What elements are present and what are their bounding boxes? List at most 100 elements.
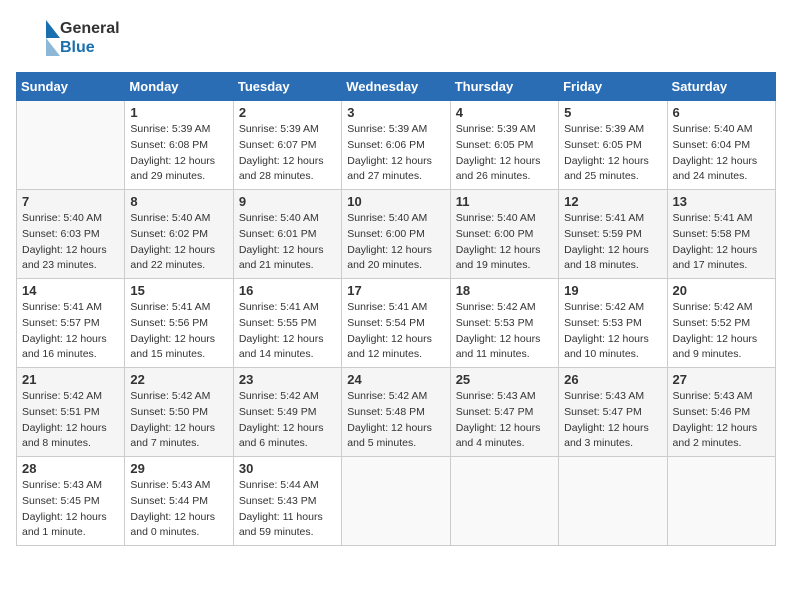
- logo-general: General: [60, 19, 120, 38]
- day-info: Sunrise: 5:41 AM Sunset: 5:57 PM Dayligh…: [22, 300, 119, 363]
- day-cell: 8 Sunrise: 5:40 AM Sunset: 6:02 PM Daylig…: [125, 190, 233, 279]
- day-cell: 12 Sunrise: 5:41 AM Sunset: 5:59 PM Dayli…: [559, 190, 667, 279]
- day-number: 30: [239, 461, 336, 476]
- day-cell: 5Sunrise: 5:39 AM Sunset: 6:05 PM Daylig…: [559, 101, 667, 190]
- day-info: Sunrise: 5:40 AM Sunset: 6:03 PM Dayligh…: [22, 211, 119, 274]
- column-header-sunday: Sunday: [17, 73, 125, 101]
- day-cell: 15 Sunrise: 5:41 AM Sunset: 5:56 PM Dayli…: [125, 279, 233, 368]
- day-info: Sunrise: 5:39 AM Sunset: 6:06 PM Dayligh…: [347, 122, 444, 185]
- day-info: Sunrise: 5:41 AM Sunset: 5:56 PM Dayligh…: [130, 300, 227, 363]
- column-header-friday: Friday: [559, 73, 667, 101]
- day-info: Sunrise: 5:40 AM Sunset: 6:02 PM Dayligh…: [130, 211, 227, 274]
- day-info: Sunrise: 5:39 AM Sunset: 6:07 PM Dayligh…: [239, 122, 336, 185]
- day-number: 4: [456, 105, 553, 120]
- day-info: Sunrise: 5:40 AM Sunset: 6:01 PM Dayligh…: [239, 211, 336, 274]
- day-number: 23: [239, 372, 336, 387]
- day-info: Sunrise: 5:39 AM Sunset: 6:05 PM Dayligh…: [456, 122, 553, 185]
- week-row-2: 7 Sunrise: 5:40 AM Sunset: 6:03 PM Daylig…: [17, 190, 776, 279]
- day-info: Sunrise: 5:43 AM Sunset: 5:44 PM Dayligh…: [130, 478, 227, 541]
- day-cell: 16 Sunrise: 5:41 AM Sunset: 5:55 PM Dayli…: [233, 279, 341, 368]
- day-number: 24: [347, 372, 444, 387]
- day-cell: 27Sunrise: 5:43 AM Sunset: 5:46 PM Dayli…: [667, 368, 775, 457]
- day-number: 21: [22, 372, 119, 387]
- column-header-saturday: Saturday: [667, 73, 775, 101]
- day-cell: [450, 457, 558, 546]
- day-info: Sunrise: 5:43 AM Sunset: 5:47 PM Dayligh…: [456, 389, 553, 452]
- week-row-1: 1 Sunrise: 5:39 AM Sunset: 6:08 PM Daylig…: [17, 101, 776, 190]
- week-row-4: 21 Sunrise: 5:42 AM Sunset: 5:51 PM Dayli…: [17, 368, 776, 457]
- day-cell: 17 Sunrise: 5:41 AM Sunset: 5:54 PM Dayli…: [342, 279, 450, 368]
- day-number: 1: [130, 105, 227, 120]
- day-cell: [559, 457, 667, 546]
- day-cell: 11Sunrise: 5:40 AM Sunset: 6:00 PM Dayli…: [450, 190, 558, 279]
- day-info: Sunrise: 5:42 AM Sunset: 5:52 PM Dayligh…: [673, 300, 770, 363]
- day-info: Sunrise: 5:40 AM Sunset: 6:04 PM Dayligh…: [673, 122, 770, 185]
- day-number: 15: [130, 283, 227, 298]
- day-info: Sunrise: 5:42 AM Sunset: 5:53 PM Dayligh…: [456, 300, 553, 363]
- day-number: 25: [456, 372, 553, 387]
- calendar-table: SundayMondayTuesdayWednesdayThursdayFrid…: [16, 72, 776, 546]
- day-number: 10: [347, 194, 444, 209]
- day-number: 17: [347, 283, 444, 298]
- day-cell: 7 Sunrise: 5:40 AM Sunset: 6:03 PM Daylig…: [17, 190, 125, 279]
- day-number: 8: [130, 194, 227, 209]
- week-row-3: 14 Sunrise: 5:41 AM Sunset: 5:57 PM Dayli…: [17, 279, 776, 368]
- day-number: 3: [347, 105, 444, 120]
- day-cell: 30 Sunrise: 5:44 AM Sunset: 5:43 PM Dayli…: [233, 457, 341, 546]
- page-header: General Blue: [16, 16, 776, 60]
- day-cell: 10 Sunrise: 5:40 AM Sunset: 6:00 PM Dayli…: [342, 190, 450, 279]
- day-info: Sunrise: 5:42 AM Sunset: 5:48 PM Dayligh…: [347, 389, 444, 452]
- day-number: 9: [239, 194, 336, 209]
- day-info: Sunrise: 5:42 AM Sunset: 5:50 PM Dayligh…: [130, 389, 227, 452]
- day-number: 18: [456, 283, 553, 298]
- day-cell: 20 Sunrise: 5:42 AM Sunset: 5:52 PM Dayli…: [667, 279, 775, 368]
- day-cell: 28 Sunrise: 5:43 AM Sunset: 5:45 PM Dayli…: [17, 457, 125, 546]
- day-number: 16: [239, 283, 336, 298]
- day-info: Sunrise: 5:41 AM Sunset: 5:54 PM Dayligh…: [347, 300, 444, 363]
- day-info: Sunrise: 5:43 AM Sunset: 5:45 PM Dayligh…: [22, 478, 119, 541]
- day-cell: 25 Sunrise: 5:43 AM Sunset: 5:47 PM Dayli…: [450, 368, 558, 457]
- day-cell: 29Sunrise: 5:43 AM Sunset: 5:44 PM Dayli…: [125, 457, 233, 546]
- day-number: 12: [564, 194, 661, 209]
- day-cell: [667, 457, 775, 546]
- day-info: Sunrise: 5:39 AM Sunset: 6:08 PM Dayligh…: [130, 122, 227, 185]
- day-number: 19: [564, 283, 661, 298]
- day-number: 2: [239, 105, 336, 120]
- day-cell: 3 Sunrise: 5:39 AM Sunset: 6:06 PM Daylig…: [342, 101, 450, 190]
- day-number: 28: [22, 461, 119, 476]
- day-number: 26: [564, 372, 661, 387]
- day-cell: [342, 457, 450, 546]
- day-cell: 22 Sunrise: 5:42 AM Sunset: 5:50 PM Dayli…: [125, 368, 233, 457]
- day-info: Sunrise: 5:41 AM Sunset: 5:58 PM Dayligh…: [673, 211, 770, 274]
- day-cell: 18 Sunrise: 5:42 AM Sunset: 5:53 PM Dayli…: [450, 279, 558, 368]
- column-header-thursday: Thursday: [450, 73, 558, 101]
- day-info: Sunrise: 5:40 AM Sunset: 6:00 PM Dayligh…: [347, 211, 444, 274]
- logo-blue: Blue: [60, 38, 120, 57]
- day-info: Sunrise: 5:41 AM Sunset: 5:55 PM Dayligh…: [239, 300, 336, 363]
- day-info: Sunrise: 5:41 AM Sunset: 5:59 PM Dayligh…: [564, 211, 661, 274]
- day-cell: 21 Sunrise: 5:42 AM Sunset: 5:51 PM Dayli…: [17, 368, 125, 457]
- day-info: Sunrise: 5:43 AM Sunset: 5:47 PM Dayligh…: [564, 389, 661, 452]
- column-header-monday: Monday: [125, 73, 233, 101]
- day-number: 22: [130, 372, 227, 387]
- day-cell: 14 Sunrise: 5:41 AM Sunset: 5:57 PM Dayli…: [17, 279, 125, 368]
- day-number: 7: [22, 194, 119, 209]
- day-cell: 19 Sunrise: 5:42 AM Sunset: 5:53 PM Dayli…: [559, 279, 667, 368]
- day-info: Sunrise: 5:42 AM Sunset: 5:49 PM Dayligh…: [239, 389, 336, 452]
- day-number: 6: [673, 105, 770, 120]
- day-info: Sunrise: 5:42 AM Sunset: 5:53 PM Dayligh…: [564, 300, 661, 363]
- day-info: Sunrise: 5:40 AM Sunset: 6:00 PM Dayligh…: [456, 211, 553, 274]
- day-info: Sunrise: 5:42 AM Sunset: 5:51 PM Dayligh…: [22, 389, 119, 452]
- day-cell: 1 Sunrise: 5:39 AM Sunset: 6:08 PM Daylig…: [125, 101, 233, 190]
- day-number: 20: [673, 283, 770, 298]
- day-number: 14: [22, 283, 119, 298]
- logo-svg: [16, 16, 60, 60]
- day-cell: 13Sunrise: 5:41 AM Sunset: 5:58 PM Dayli…: [667, 190, 775, 279]
- day-cell: 2 Sunrise: 5:39 AM Sunset: 6:07 PM Daylig…: [233, 101, 341, 190]
- day-cell: 9 Sunrise: 5:40 AM Sunset: 6:01 PM Daylig…: [233, 190, 341, 279]
- day-info: Sunrise: 5:44 AM Sunset: 5:43 PM Dayligh…: [239, 478, 336, 541]
- week-row-5: 28 Sunrise: 5:43 AM Sunset: 5:45 PM Dayli…: [17, 457, 776, 546]
- day-cell: 23 Sunrise: 5:42 AM Sunset: 5:49 PM Dayli…: [233, 368, 341, 457]
- day-number: 27: [673, 372, 770, 387]
- day-cell: 24 Sunrise: 5:42 AM Sunset: 5:48 PM Dayli…: [342, 368, 450, 457]
